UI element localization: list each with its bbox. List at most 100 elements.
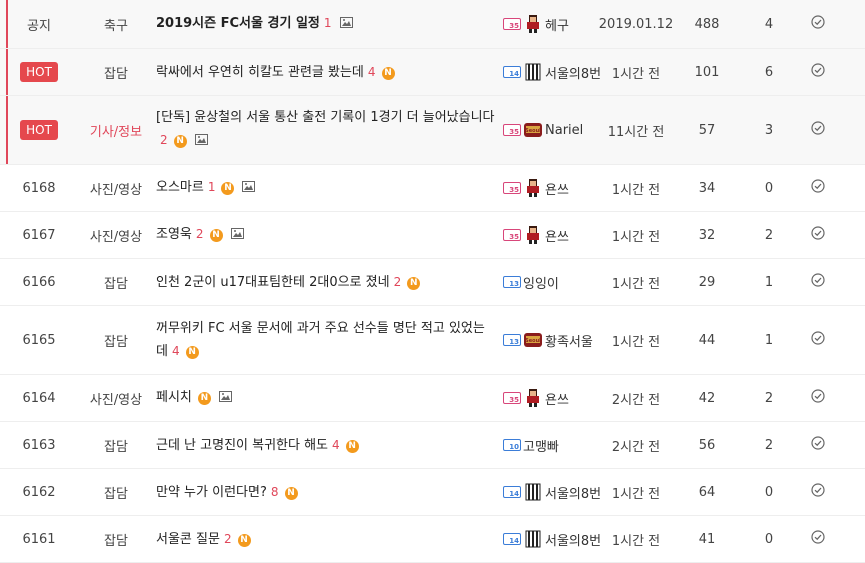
- post-author[interactable]: 14 서울의8번: [503, 62, 601, 82]
- table-row[interactable]: 6161 잡담 서울콘 질문 2 N 14 서울의8번 1시간 전 41 0: [0, 516, 865, 563]
- check-circle-icon[interactable]: [811, 273, 825, 291]
- post-category: 잡담: [104, 334, 128, 350]
- author-name[interactable]: 헤구: [545, 15, 569, 34]
- check-circle-icon[interactable]: [811, 179, 825, 197]
- comment-count[interactable]: 8: [271, 485, 279, 499]
- post-date: 1시간 전: [611, 66, 661, 82]
- view-count: 29: [698, 274, 716, 290]
- post-date: 2시간 전: [611, 392, 661, 408]
- post-author[interactable]: 14 서울의8번: [503, 529, 601, 549]
- select-post-checkbox[interactable]: [801, 226, 835, 244]
- comment-count[interactable]: 4: [172, 344, 180, 358]
- post-title-link[interactable]: 페시치: [156, 390, 192, 405]
- author-name[interactable]: 욘쓰: [545, 389, 569, 408]
- post-author[interactable]: 35 Seoul Nariel: [503, 120, 595, 140]
- check-circle-icon[interactable]: [811, 389, 825, 407]
- select-post-checkbox[interactable]: [801, 15, 835, 33]
- table-row[interactable]: HOT 기사/정보 [단독] 윤상철의 서울 통산 출전 기록이 1경기 더 늘어났…: [0, 96, 865, 165]
- select-post-checkbox[interactable]: [801, 483, 835, 501]
- author-name[interactable]: 잉잉이: [523, 273, 559, 292]
- post-author[interactable]: 35 욘쓰: [503, 178, 595, 198]
- author-name[interactable]: 욘쓰: [545, 226, 569, 245]
- new-badge-icon: N: [345, 439, 359, 453]
- post-title-cell: [단독] 윤상철의 서울 통산 출전 기록이 1경기 더 늘어났습니다 2 N: [154, 107, 503, 153]
- check-circle-icon[interactable]: [811, 226, 825, 244]
- image-attachment-icon: [339, 14, 353, 36]
- select-post-checkbox[interactable]: [801, 273, 835, 291]
- post-title-link[interactable]: 락싸에서 우연히 히칼도 관련글 봤는데: [156, 65, 364, 80]
- check-circle-icon[interactable]: [811, 483, 825, 501]
- author-name[interactable]: 욘쓰: [545, 179, 569, 198]
- post-title-link[interactable]: 근데 난 고명진이 복귀한다 해도: [156, 438, 328, 453]
- table-row[interactable]: 6165 잡담 꺼무위키 FC 서울 문서에 과거 주요 선수들 명단 적고 있었는…: [0, 306, 865, 375]
- comment-count[interactable]: 1: [208, 180, 216, 194]
- post-title-link[interactable]: 꺼무위키 FC 서울 문서에 과거 주요 선수들 명단 적고 있었는데: [156, 321, 485, 359]
- select-post-checkbox[interactable]: [801, 389, 835, 407]
- comment-count[interactable]: 2: [394, 275, 402, 289]
- post-title-cell: 페시치 N: [154, 387, 503, 410]
- post-title-link[interactable]: 오스마르: [156, 180, 204, 195]
- post-title-cell: 꺼무위키 FC 서울 문서에 과거 주요 선수들 명단 적고 있었는데 4 N: [154, 318, 503, 363]
- comment-count[interactable]: 2: [196, 227, 204, 241]
- select-post-checkbox[interactable]: [801, 63, 835, 81]
- check-circle-icon[interactable]: [811, 436, 825, 454]
- check-circle-icon[interactable]: [811, 15, 825, 33]
- level-badge-icon: 10: [503, 439, 521, 451]
- check-circle-icon[interactable]: [811, 63, 825, 81]
- view-count: 56: [698, 437, 716, 453]
- comment-count[interactable]: 4: [368, 65, 376, 79]
- author-name[interactable]: Nariel: [545, 123, 583, 138]
- hot-row-marker: [6, 96, 8, 164]
- post-author[interactable]: 13 잉잉이: [503, 273, 595, 292]
- post-title-link[interactable]: 인천 2군이 u17대표팀한테 2대0으로 졌네: [156, 275, 390, 290]
- author-name[interactable]: 황족서울: [545, 331, 593, 350]
- post-title-link[interactable]: 2019시즌 FC서울 경기 일정: [156, 16, 320, 31]
- svg-text:Seoul: Seoul: [525, 338, 541, 344]
- table-row[interactable]: 6164 사진/영상 페시치 N 35 욘쓰 2시간 전 42 2: [0, 375, 865, 422]
- table-row[interactable]: 공지 축구 2019시즌 FC서울 경기 일정 1 35 헤구 2019.01.12 488 4: [0, 0, 865, 49]
- post-title-link[interactable]: [단독] 윤상철의 서울 통산 출전 기록이 1경기 더 늘어났습니다: [156, 110, 495, 125]
- author-name[interactable]: 서울의8번: [545, 483, 601, 502]
- select-post-checkbox[interactable]: [801, 331, 835, 349]
- check-circle-icon[interactable]: [811, 530, 825, 548]
- post-author[interactable]: 35 욘쓰: [503, 388, 595, 408]
- comment-count[interactable]: 4: [332, 438, 340, 452]
- select-post-checkbox[interactable]: [801, 436, 835, 454]
- author-name[interactable]: 고맹빠: [523, 436, 559, 455]
- level-badge-icon: 35: [503, 229, 521, 241]
- red-player-avatar-icon: [523, 225, 543, 245]
- post-category: 잡담: [104, 486, 128, 502]
- table-row[interactable]: 6168 사진/영상 오스마르 1 N 35 욘쓰 1시간 전 34 0: [0, 165, 865, 212]
- comment-count[interactable]: 2: [224, 532, 232, 546]
- check-circle-icon[interactable]: [811, 121, 825, 139]
- post-title-cell: 오스마르 1 N: [154, 176, 503, 200]
- select-post-checkbox[interactable]: [801, 530, 835, 548]
- post-number: HOT: [0, 120, 78, 140]
- table-row[interactable]: 6167 사진/영상 조영욱 2 N 35 욘쓰 1시간 전 32 2: [0, 212, 865, 259]
- check-circle-icon[interactable]: [811, 331, 825, 349]
- post-author[interactable]: 13 Seoul 황족서울: [503, 330, 595, 350]
- seoul-badge-avatar-icon: Seoul: [523, 330, 543, 350]
- table-row[interactable]: HOT 잡담 락싸에서 우연히 히칼도 관련글 봤는데 4 N 14 서울의8번 1시간 전 1…: [0, 49, 865, 96]
- hot-badge: HOT: [20, 120, 58, 140]
- post-author[interactable]: 10 고맹빠: [503, 436, 595, 455]
- post-category: 사진/영상: [89, 229, 143, 245]
- post-category: 축구: [104, 18, 128, 34]
- author-name[interactable]: 서울의8번: [545, 63, 601, 82]
- post-title-link[interactable]: 만약 누가 이런다면?: [156, 485, 267, 500]
- post-author[interactable]: 35 욘쓰: [503, 225, 595, 245]
- level-badge-icon: 35: [503, 392, 521, 404]
- select-post-checkbox[interactable]: [801, 121, 835, 139]
- post-title-link[interactable]: 서울콘 질문: [156, 532, 220, 547]
- select-post-checkbox[interactable]: [801, 179, 835, 197]
- author-name[interactable]: 서울의8번: [545, 530, 601, 549]
- post-author[interactable]: 35 헤구: [503, 14, 595, 34]
- post-title-link[interactable]: 조영욱: [156, 227, 192, 242]
- post-author[interactable]: 14 서울의8번: [503, 482, 601, 502]
- vote-count: 1: [764, 332, 774, 348]
- comment-count[interactable]: 1: [324, 16, 332, 30]
- table-row[interactable]: 6163 잡담 근데 난 고명진이 복귀한다 해도 4 N 10 고맹빠 2시간 전 56 2: [0, 422, 865, 469]
- table-row[interactable]: 6162 잡담 만약 누가 이런다면? 8 N 14 서울의8번 1시간 전 64 0: [0, 469, 865, 516]
- comment-count[interactable]: 2: [160, 133, 168, 147]
- table-row[interactable]: 6166 잡담 인천 2군이 u17대표팀한테 2대0으로 졌네 2 N 13 잉잉이 1시간…: [0, 259, 865, 306]
